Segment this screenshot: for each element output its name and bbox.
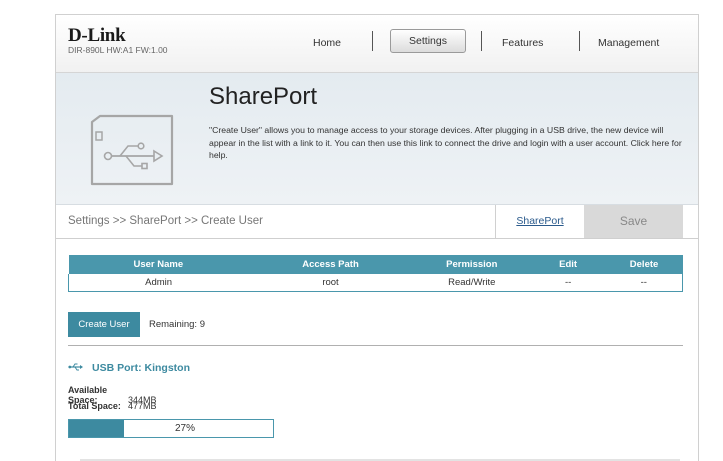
- breadcrumb: Settings >> SharePort >> Create User: [68, 215, 263, 227]
- table-header-row: User Name Access Path Permission Edit De…: [68, 255, 683, 274]
- cell-user-name: Admin: [68, 274, 249, 292]
- cell-access-path: root: [248, 274, 413, 292]
- model-info: DIR-890L HW:A1 FW:1.00: [68, 45, 168, 55]
- remaining-count: Remaining: 9: [149, 319, 205, 330]
- section-divider: [68, 345, 683, 346]
- shareport-link[interactable]: SharePort: [495, 205, 584, 238]
- column-header-permission: Permission: [412, 255, 531, 274]
- column-header-access-path: Access Path: [248, 255, 413, 274]
- usb-small-icon: [68, 359, 84, 377]
- breadcrumb-bar: Settings >> SharePort >> Create User Sha…: [56, 205, 698, 239]
- nav-separator: [579, 31, 580, 51]
- table-row: Admin root Read/Write -- --: [68, 274, 683, 292]
- usage-progress-fill: [69, 420, 125, 437]
- column-header-delete: Delete: [605, 255, 683, 274]
- page-description[interactable]: "Create User" allows you to manage acces…: [209, 124, 689, 162]
- usb-port-label: USB Port: Kingston: [92, 362, 190, 374]
- column-header-user-name: User Name: [68, 255, 249, 274]
- nav-management[interactable]: Management: [598, 37, 659, 49]
- nav-separator: [372, 31, 373, 51]
- top-navigation-bar: D-Link DIR-890L HW:A1 FW:1.00 Home Setti…: [56, 15, 698, 73]
- total-space-value: 477MB: [128, 401, 157, 411]
- page-header: SharePort "Create User" allows you to ma…: [56, 73, 698, 205]
- usage-percent-text: 27%: [175, 423, 196, 434]
- nav-separator: [481, 31, 482, 51]
- create-user-button[interactable]: Create User: [68, 312, 140, 337]
- save-button[interactable]: Save: [584, 205, 683, 238]
- column-header-edit: Edit: [530, 255, 606, 274]
- nav-settings[interactable]: Settings: [390, 29, 466, 53]
- nav-home[interactable]: Home: [313, 37, 341, 49]
- users-table: User Name Access Path Permission Edit De…: [68, 255, 683, 292]
- total-space-row: Total Space: 477MB: [68, 401, 157, 411]
- dlink-logo: D-Link: [68, 25, 126, 46]
- usage-progress-bar: 27%: [68, 419, 274, 438]
- edit-action[interactable]: --: [530, 274, 606, 292]
- delete-action[interactable]: --: [605, 274, 683, 292]
- total-space-label: Total Space:: [68, 401, 121, 411]
- page-title: SharePort: [209, 83, 318, 110]
- router-admin-frame: D-Link DIR-890L HW:A1 FW:1.00 Home Setti…: [55, 14, 699, 461]
- nav-features[interactable]: Features: [502, 37, 543, 49]
- usb-icon: [88, 114, 177, 186]
- usb-port-header: USB Port: Kingston: [68, 361, 190, 375]
- cell-permission: Read/Write: [412, 274, 531, 292]
